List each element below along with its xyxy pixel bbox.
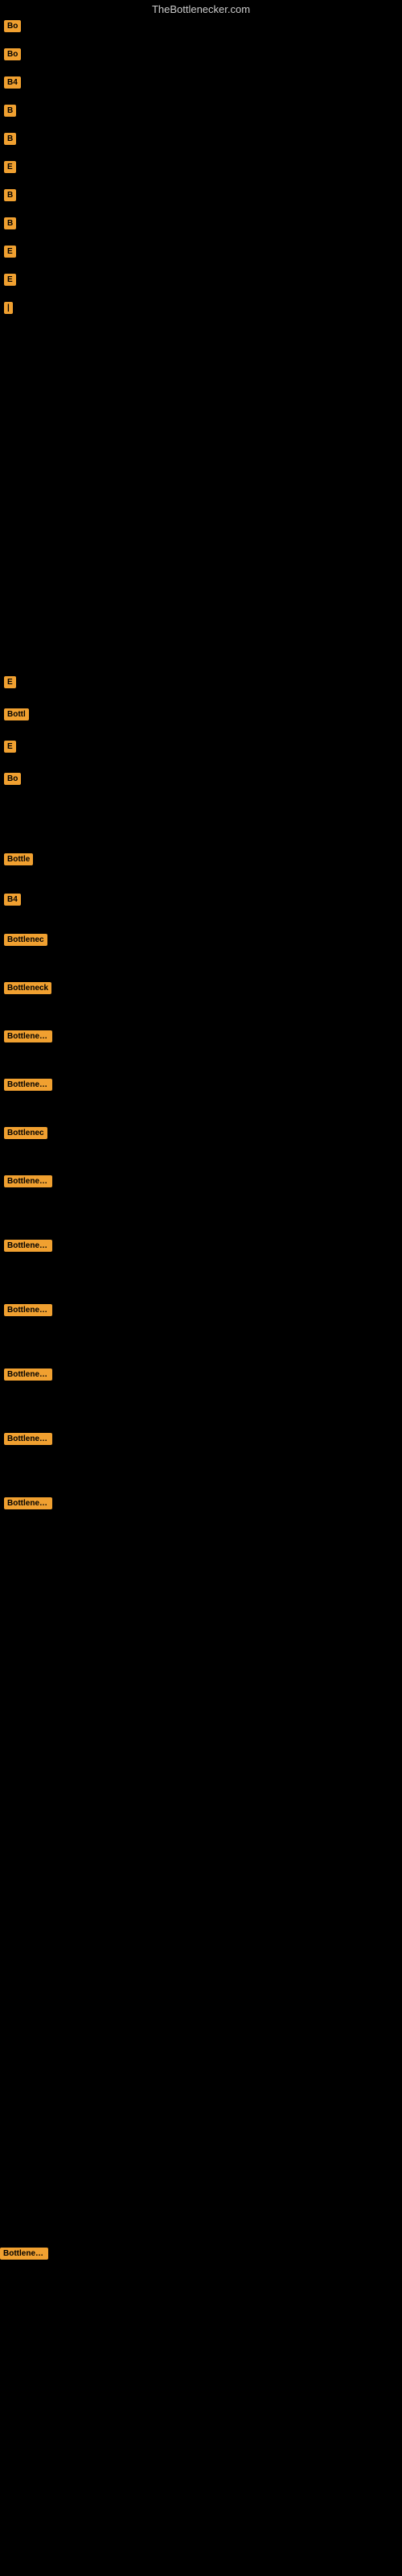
badge-b26: Bottleneck resu [4, 1368, 52, 1381]
badge-b27: Bottleneck resu [4, 1433, 52, 1445]
badge-b2: Bo [4, 48, 21, 60]
badge-b9: E [4, 246, 16, 258]
badge-b15: Bo [4, 773, 21, 785]
badge-b29: Bottleneck res [0, 2248, 48, 2260]
badge-b12: E [4, 676, 16, 688]
badge-b1: Bo [4, 20, 21, 32]
badge-b21: Bottleneck r [4, 1079, 52, 1091]
badge-b4: B [4, 105, 16, 117]
badge-b16: Bottle [4, 853, 33, 865]
badge-b17: B4 [4, 894, 21, 906]
badge-b5: B [4, 133, 16, 145]
badge-b20: Bottleneck re [4, 1030, 52, 1042]
badge-b28: Bottleneck resu [4, 1497, 52, 1509]
badge-b14: E [4, 741, 16, 753]
badge-b10: E [4, 274, 16, 286]
badge-b6: E [4, 161, 16, 173]
badge-b11: | [4, 302, 13, 314]
badge-b7: B [4, 189, 16, 201]
badge-b3: B4 [4, 76, 21, 89]
badge-b22: Bottlenec [4, 1127, 47, 1139]
badge-b24: Bottleneck resu [4, 1240, 52, 1252]
badge-b19: Bottleneck [4, 982, 51, 994]
site-title: TheBottlenecker.com [152, 3, 250, 15]
badge-b8: B [4, 217, 16, 229]
badge-b25: Bottleneck resu [4, 1304, 52, 1316]
badge-b23: Bottleneck re [4, 1175, 52, 1187]
badge-b18: Bottlenec [4, 934, 47, 946]
badge-b13: Bottl [4, 708, 29, 720]
